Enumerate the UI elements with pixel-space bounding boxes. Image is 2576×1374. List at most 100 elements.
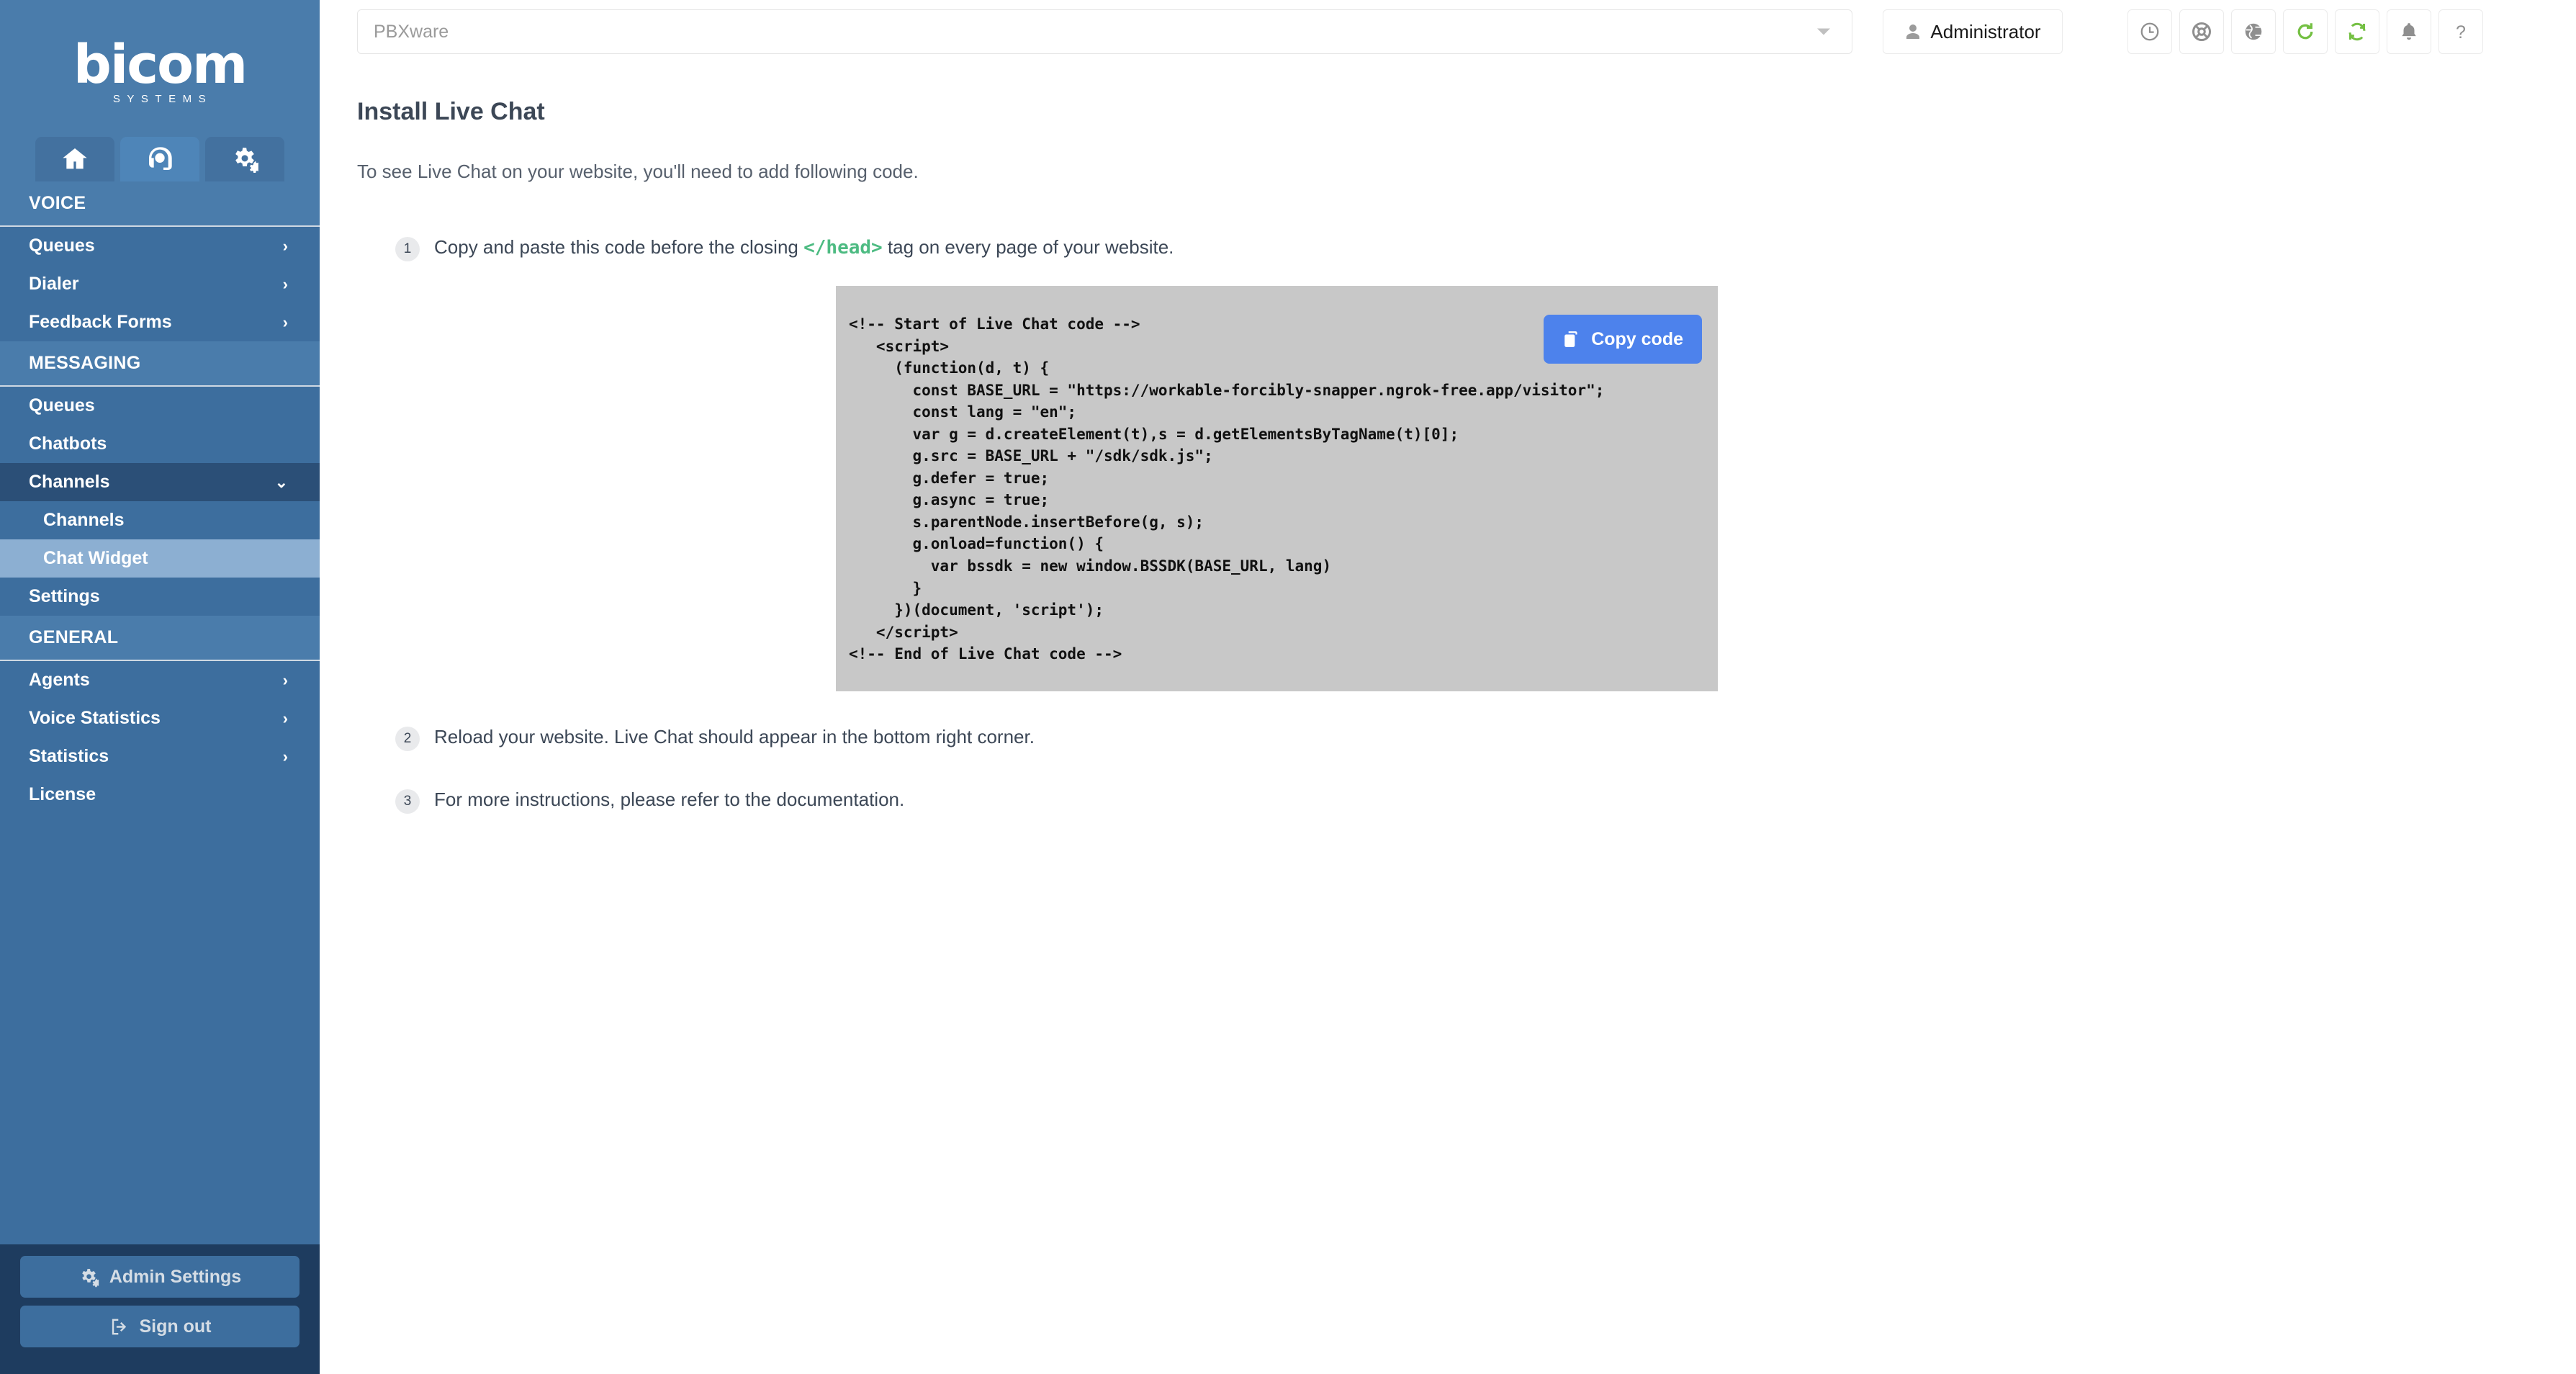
contact-center-tab[interactable] [120, 137, 199, 181]
sidebar-item-voice-queues[interactable]: Queues › [0, 227, 320, 265]
sidebar-item-channels[interactable]: Channels ⌄ [0, 463, 320, 501]
home-tab[interactable] [35, 137, 114, 181]
gears-icon [235, 148, 258, 173]
sidebar-section-voice: VOICE [0, 181, 320, 227]
sidebar-item-label: License [29, 784, 96, 804]
sidebar-item-label: Channels [29, 472, 110, 492]
help-icon: ? [2456, 22, 2466, 42]
sidebar-section-general: GENERAL [0, 616, 320, 661]
copy-code-label: Copy code [1591, 328, 1683, 349]
code-block: Copy code <!-- Start of Live Chat code -… [836, 286, 1718, 691]
life-ring-icon [2192, 22, 2211, 41]
refresh-icon [2297, 23, 2313, 40]
chevron-right-icon: › [282, 747, 288, 765]
sidebar-item-label: Chatbots [29, 434, 107, 454]
head-tag-highlight: </head> [803, 237, 883, 259]
step-number-badge: 2 [395, 726, 420, 751]
sync-button[interactable] [2335, 9, 2379, 54]
sidebar-item-statistics[interactable]: Statistics › [0, 737, 320, 776]
support-button[interactable] [2179, 9, 2224, 54]
code-snippet[interactable]: <!-- Start of Live Chat code --> <script… [849, 313, 1693, 665]
step-number-badge: 3 [395, 789, 420, 814]
admin-settings-label: Admin Settings [109, 1266, 242, 1287]
step-text: For more instructions, please refer to t… [434, 788, 905, 810]
user-icon [1906, 24, 1920, 39]
notifications-button[interactable] [2387, 9, 2431, 54]
refresh-button[interactable] [2283, 9, 2328, 54]
sync-icon [2348, 22, 2366, 41]
sign-out-icon [112, 1319, 126, 1334]
sidebar-section-messaging: MESSAGING [0, 341, 320, 387]
page-content: Install Live Chat To see Live Chat on yo… [320, 63, 2576, 835]
step-number-badge: 1 [395, 237, 420, 261]
administrator-button[interactable]: Administrator [1883, 9, 2063, 54]
sidebar-header: bicom SYSTEMS [0, 0, 320, 181]
server-select[interactable]: PBXware [357, 9, 1852, 54]
sidebar-nav-tabs [0, 137, 320, 181]
brand-logo: bicom SYSTEMS [0, 20, 320, 105]
step-text-after: tag on every page of your website. [882, 236, 1174, 258]
step-2: 2 Reload your website. Live Chat should … [357, 724, 2539, 751]
admin-settings-button[interactable]: Admin Settings [20, 1256, 300, 1298]
sidebar-item-label: Chat Widget [43, 548, 148, 568]
main-area: PBXware Administrator ? Install Live Cha… [320, 0, 2576, 1374]
sidebar-footer: Admin Settings Sign out [0, 1244, 320, 1374]
sidebar-item-label: Agents [29, 670, 90, 690]
step-1: 1 Copy and paste this code before the cl… [357, 235, 2539, 261]
chevron-down-icon: ⌄ [274, 472, 288, 491]
clock-button[interactable] [2127, 9, 2172, 54]
logo-text: bicom [73, 33, 248, 96]
sidebar-item-dialer[interactable]: Dialer › [0, 265, 320, 303]
clock-icon [2140, 22, 2159, 41]
step-text-before: Copy and paste this code before the clos… [434, 236, 804, 258]
chevron-right-icon: › [282, 313, 288, 331]
sidebar-item-chatbots[interactable]: Chatbots [0, 425, 320, 463]
sign-out-button[interactable]: Sign out [20, 1306, 300, 1347]
globe-button[interactable] [2231, 9, 2276, 54]
bell-icon [2402, 23, 2416, 40]
sidebar-item-label: Feedback Forms [29, 312, 172, 332]
sidebar-item-license[interactable]: License [0, 776, 320, 814]
sidebar: bicom SYSTEMS VOICE Queues › Dialer › Fe… [0, 0, 320, 1374]
settings-tab[interactable] [205, 137, 284, 181]
help-button[interactable]: ? [2438, 9, 2483, 54]
copy-code-button[interactable]: Copy code [1544, 315, 1702, 364]
top-bar: PBXware Administrator ? [320, 0, 2576, 63]
headset-icon [149, 147, 172, 170]
sidebar-item-label: Settings [29, 586, 100, 606]
step-text: Reload your website. Live Chat should ap… [434, 725, 1035, 747]
sidebar-subitem-chat-widget[interactable]: Chat Widget [0, 539, 320, 578]
sign-out-label: Sign out [139, 1316, 212, 1337]
svg-text:?: ? [2456, 22, 2466, 42]
sidebar-item-label: Channels [43, 510, 125, 530]
sidebar-item-label: Dialer [29, 274, 79, 294]
copy-icon [1564, 331, 1577, 347]
chevron-right-icon: › [282, 236, 288, 255]
home-icon [63, 148, 87, 169]
sidebar-item-label: Statistics [29, 746, 109, 766]
chevron-down-icon [1817, 28, 1830, 35]
step-text: Copy and paste this code before the clos… [434, 235, 1174, 261]
chevron-right-icon: › [282, 274, 288, 293]
toolbar-icons: ? [2127, 9, 2483, 54]
page-title: Install Live Chat [357, 98, 545, 125]
sidebar-subitem-channels[interactable]: Channels [0, 501, 320, 539]
chevron-right-icon: › [282, 709, 288, 727]
sidebar-item-messaging-settings[interactable]: Settings [0, 578, 320, 616]
sidebar-item-feedback-forms[interactable]: Feedback Forms › [0, 303, 320, 341]
sidebar-item-label: Voice Statistics [29, 708, 161, 728]
sidebar-item-label: Queues [29, 235, 95, 256]
page-lead: To see Live Chat on your website, you'll… [357, 161, 919, 182]
server-select-value: PBXware [374, 21, 449, 42]
step-3: 3 For more instructions, please refer to… [357, 787, 2539, 814]
gears-icon [82, 1268, 99, 1287]
chevron-right-icon: › [282, 670, 288, 689]
app-root: bicom SYSTEMS VOICE Queues › Dialer › Fe… [0, 0, 2576, 1374]
administrator-label: Administrator [1930, 20, 2041, 42]
globe-icon [2245, 23, 2262, 40]
logo-subtext: SYSTEMS [112, 93, 213, 105]
sidebar-item-label: Queues [29, 395, 95, 416]
sidebar-item-messaging-queues[interactable]: Queues [0, 387, 320, 425]
sidebar-item-voice-statistics[interactable]: Voice Statistics › [0, 699, 320, 737]
sidebar-item-agents[interactable]: Agents › [0, 661, 320, 699]
